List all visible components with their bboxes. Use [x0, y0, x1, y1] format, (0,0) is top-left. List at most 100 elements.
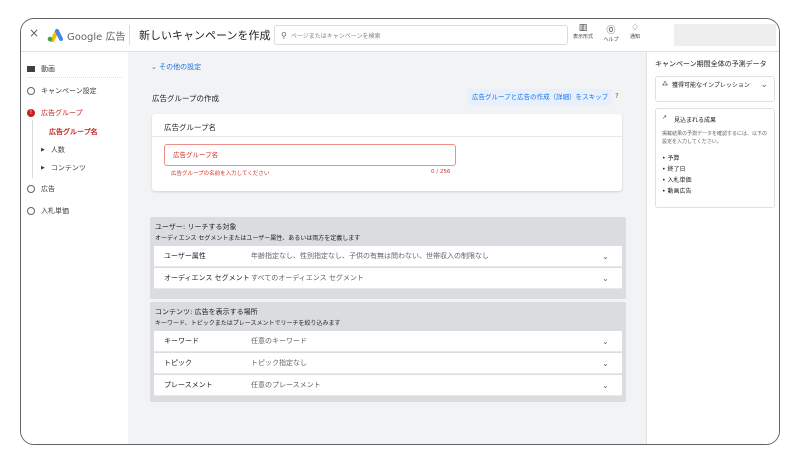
section-subtitle: キーワード、トピックまたはプレースメントでリーチを絞り込みます: [155, 320, 341, 327]
chevron-down-icon: ⌄: [602, 380, 609, 390]
impressions-label: 獲得可能なインプレッション: [672, 82, 750, 89]
section-title: ユーザー: リーチする対象: [155, 223, 237, 231]
label: 人数: [50, 146, 65, 154]
row-label: オーディエンス セグメント: [164, 274, 250, 282]
skip-link[interactable]: 広告グループと広告の作成（詳細）をスキップ: [468, 89, 613, 105]
bullet-item: • 動画広告: [662, 188, 692, 195]
divider: [27, 77, 122, 78]
google-ads-logo-icon: [47, 29, 63, 42]
row-value: 年齢指定なし、性別指定なし、子供の有無は問わない、世帯収入の制限なし: [251, 252, 489, 260]
chevron-down-icon: ⌄: [602, 358, 609, 368]
app-window: × Google 広告 新しいキャンペーンを作成 ⚲ ページまたはキャンペーンを…: [20, 18, 780, 445]
sidebar-item-campaign-settings[interactable]: キャンペーン設定: [27, 86, 97, 96]
bullet-item: • 予算: [662, 155, 680, 162]
forecast-panel: キャンペーン期間全体の予測データ ⁂ 獲得可能なインプレッション ⌄ ↗ 見込ま…: [646, 52, 779, 444]
sidebar-item-content[interactable]: ▶ コンテンツ: [41, 163, 86, 173]
row-value: トピック指定なし: [251, 359, 307, 367]
layout-icon: ▥: [578, 23, 588, 33]
section-title: 広告グループの作成: [152, 94, 220, 103]
bell-icon: ♢: [630, 23, 640, 33]
label: 動画: [41, 65, 55, 73]
placement-row[interactable]: プレースメント 任意のプレースメント ⌄: [154, 375, 622, 396]
row-label: プレースメント: [164, 381, 213, 389]
help-icon: ⓪: [606, 26, 616, 36]
help-button[interactable]: ⓪ ヘルプ: [599, 23, 623, 43]
topic-row[interactable]: トピック トピック指定なし ⌄: [154, 353, 622, 374]
content-section: コンテンツ: 広告を表示する場所 キーワード、トピックまたはプレースメントでリー…: [150, 302, 626, 402]
label: キャンペーン設定: [41, 87, 97, 95]
divider: [152, 136, 622, 137]
audience-segment-row[interactable]: オーディエンス セグメント すべてのオーディエンス セグメント ⌄: [154, 268, 622, 289]
chevron-down-icon: ⌄: [151, 63, 160, 71]
help-label: ヘルプ: [603, 37, 619, 43]
results-description: 掲載結果の予測データを確認するには、以下の設定を入力してください。: [662, 131, 768, 145]
panel-title: キャンペーン期間全体の予測データ: [655, 60, 767, 68]
bullet-item: • 終了日: [662, 166, 686, 173]
impressions-dropdown[interactable]: ⁂ 獲得可能なインプレッション ⌄: [655, 76, 775, 102]
people-icon: ⁂: [662, 81, 668, 88]
main-content: ⌄ その他の設定 広告グループの作成 広告グループと広告の作成（詳細）をスキップ…: [128, 52, 646, 444]
search-icon: ⚲: [281, 30, 287, 40]
sidebar-item-bidding[interactable]: 入札単価: [27, 206, 69, 216]
card-title: 広告グループ名: [164, 123, 217, 132]
sidebar: 動画 キャンペーン設定 ! 広告グループ 広告グループ名 ▶ 人数 ▶ コンテンツ 広…: [21, 52, 128, 444]
results-title: 見込まれる成果: [674, 117, 717, 124]
section-subtitle: オーディエンス セグメントまたはユーザー属性、あるいは両方を定義します: [155, 235, 361, 242]
label: 広告グループ名: [49, 128, 98, 136]
row-label: トピック: [164, 359, 192, 367]
ad-group-name-card: 広告グループ名 広告グループ名 広告グループの名前を入力してください 0 / 2…: [152, 114, 622, 191]
chevron-down-icon: ⌄: [602, 251, 609, 261]
tree-line: [32, 120, 33, 178]
divider: [129, 25, 130, 45]
expected-results-card: ↗ 見込まれる成果 掲載結果の予測データを確認するには、以下の設定を入力してくだ…: [655, 108, 775, 208]
label: 広告: [41, 185, 55, 193]
circle-icon: [27, 87, 35, 95]
char-counter: 0 / 256: [431, 169, 451, 175]
label: その他の設定: [159, 63, 202, 71]
error-icon: !: [27, 109, 35, 117]
label: 入札単価: [41, 207, 69, 215]
sidebar-item-video[interactable]: 動画: [27, 64, 55, 74]
row-label: キーワード: [164, 337, 199, 345]
row-value: 任意のキーワード: [251, 337, 307, 345]
ad-group-name-input[interactable]: 広告グループ名: [164, 144, 456, 166]
bullet-list: • 予算 • 終了日 • 入札単価 • 動画広告: [662, 153, 691, 197]
brand-name: Google 広告: [67, 32, 126, 43]
help-icon[interactable]: ?: [615, 92, 619, 100]
account-area[interactable]: [674, 24, 776, 46]
label: コンテンツ: [50, 164, 86, 172]
sidebar-item-people[interactable]: ▶ 人数: [41, 145, 65, 155]
keyword-row[interactable]: キーワード 任意のキーワード ⌄: [154, 331, 622, 352]
page-title: 新しいキャンペーンを作成: [139, 29, 271, 42]
notifications-label: 通知: [629, 34, 640, 40]
video-icon: [27, 66, 35, 72]
chevron-down-icon: ⌄: [760, 80, 768, 90]
sidebar-item-ad-group[interactable]: ! 広告グループ: [27, 108, 83, 118]
layout-label: 表示形式: [572, 34, 593, 40]
layout-button[interactable]: ▥ 表示形式: [569, 23, 597, 40]
caret-right-icon: ▶: [41, 165, 45, 171]
trend-icon: ↗: [662, 114, 668, 121]
users-section: ユーザー: リーチする対象 オーディエンス セグメントまたはユーザー属性、あるい…: [150, 217, 626, 299]
circle-icon: [27, 185, 35, 193]
row-label: ユーザー属性: [164, 252, 206, 260]
sidebar-item-ads[interactable]: 広告: [27, 184, 55, 194]
search-input[interactable]: ⚲ ページまたはキャンペーンを検索: [274, 25, 568, 45]
caret-right-icon: ▶: [41, 147, 45, 153]
bullet-item: • 入札単価: [662, 177, 692, 184]
section-title: コンテンツ: 広告を表示する場所: [155, 308, 258, 316]
chevron-down-icon: ⌄: [602, 273, 609, 283]
chevron-down-icon: ⌄: [602, 336, 609, 346]
row-value: 任意のプレースメント: [251, 381, 321, 389]
notifications-button[interactable]: ♢ 通知: [625, 23, 645, 40]
row-value: すべてのオーディエンス セグメント: [251, 274, 364, 282]
header: × Google 広告 新しいキャンペーンを作成 ⚲ ページまたはキャンペーンを…: [21, 19, 779, 52]
user-attributes-row[interactable]: ユーザー属性 年齢指定なし、性別指定なし、子供の有無は問わない、世帯収入の制限なし…: [154, 246, 622, 267]
error-message: 広告グループの名前を入力してください: [171, 171, 270, 177]
other-settings-link[interactable]: ⌄ その他の設定: [151, 62, 201, 72]
circle-icon: [27, 207, 35, 215]
search-placeholder: ページまたはキャンペーンを検索: [290, 32, 381, 40]
sidebar-item-ad-group-name[interactable]: 広告グループ名: [49, 127, 98, 137]
label: 広告グループ: [41, 109, 83, 117]
close-icon[interactable]: ×: [29, 26, 39, 40]
